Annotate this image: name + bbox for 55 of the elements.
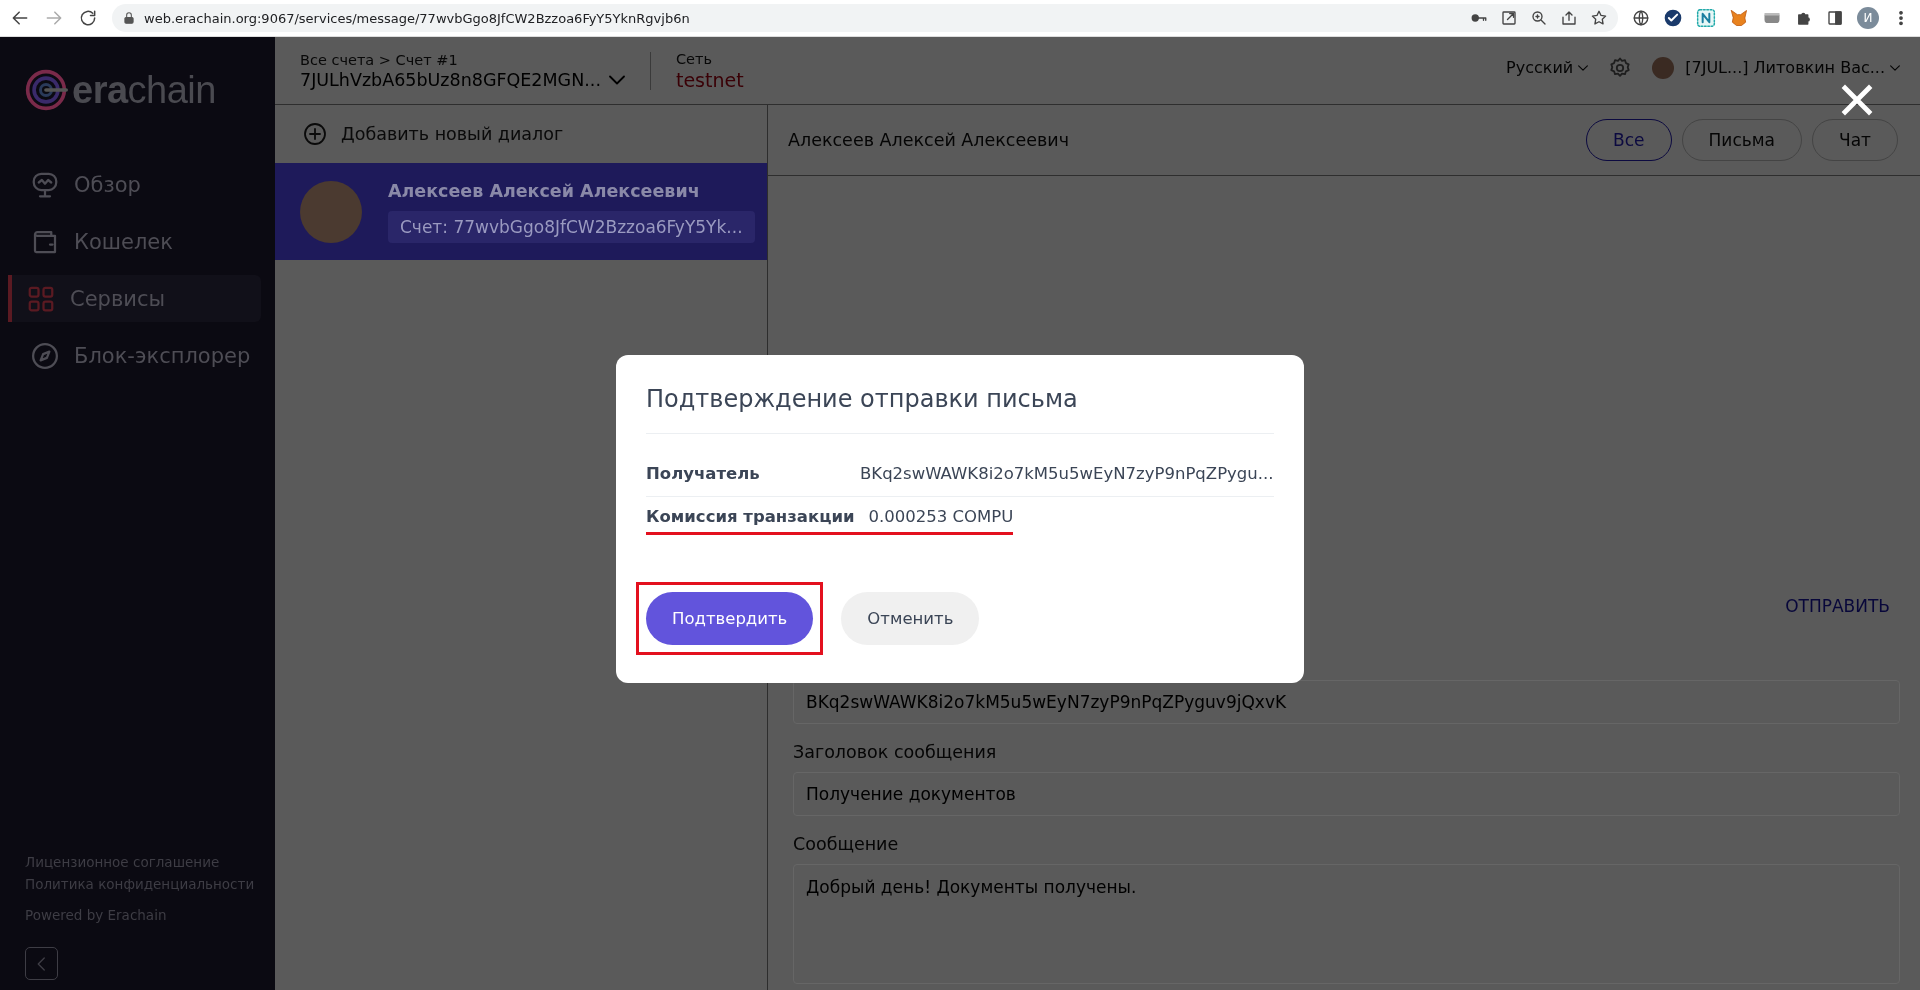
user-menu[interactable]: [7JUL...] Литовкин Вас... [1652, 56, 1900, 79]
chevron-down-icon [608, 74, 625, 85]
chevron-down-icon [1890, 64, 1900, 71]
send-link[interactable]: ОТПРАВИТЬ [1785, 596, 1890, 616]
account-selector[interactable]: 7JULhVzbA65bUz8n8GFQE2MGN... [300, 69, 625, 90]
nav-item[interactable]: Сервисы [8, 275, 261, 322]
nav-item[interactable]: Кошелек [0, 218, 261, 265]
letter-n-extension-icon[interactable] [1696, 8, 1716, 28]
confirm-button[interactable]: Подтвердить [646, 592, 814, 645]
address-field[interactable]: web.erachain.org:9067/services/message/77wvbGgo8JfCW2Bzzoa6FyY5YknRgvjb6n [112, 4, 1618, 32]
side-panel-icon[interactable] [1826, 9, 1844, 27]
close-icon[interactable] [1839, 82, 1875, 118]
check-circle-icon[interactable] [1663, 8, 1683, 28]
nav-label: Обзор [74, 172, 141, 197]
field-label: Сообщение [793, 834, 900, 854]
chevron-down-icon [1578, 64, 1589, 71]
user-avatar [1652, 56, 1675, 79]
settings-icon[interactable] [1608, 55, 1633, 80]
nav-label: Сервисы [70, 286, 166, 311]
account-badge: Счет: 77wvbGgo8JfCW2Bzzoa6FyY5Yk... [388, 210, 755, 243]
input-field[interactable]: Получение документов [793, 772, 1900, 816]
field-label: Заголовок сообщения [793, 742, 998, 762]
compass-icon [30, 340, 60, 371]
input-field[interactable]: BKq2swWAWK8i2o7kM5u5wEyN7zyP9nPqZPyguv9jQxvK [793, 680, 1900, 724]
dialog-title: Подтверждение отправки письма [646, 383, 1274, 434]
zoom-icon[interactable] [1530, 9, 1548, 27]
message-field[interactable]: Добрый день! Документы получены. [793, 864, 1900, 984]
nav-label: Блок-эксплорер [74, 343, 251, 368]
chat-title: Алексеев Алексей Алексеевич [788, 130, 1070, 150]
external-link-icon[interactable] [1500, 9, 1518, 27]
breadcrumb[interactable]: Все счета > Счет #1 [300, 51, 625, 68]
fox-icon[interactable] [1729, 8, 1749, 28]
plus-circle-icon [303, 122, 327, 146]
detail-value: 0.000253 COMPU [868, 507, 1014, 526]
nav-item[interactable]: Блок-эксплорер [0, 332, 261, 379]
logo-icon [24, 68, 68, 112]
reload-icon[interactable] [78, 8, 98, 28]
network-label: Сеть [675, 50, 713, 67]
share-icon[interactable] [1560, 9, 1578, 27]
profile-avatar[interactable]: И [1857, 7, 1879, 29]
contact-name: Алексеев Алексей Алексеевич [388, 180, 701, 201]
detail-value: BKq2swWAWK8i2o7kM5u5wEyN7zyP9nPqZPygu... [860, 464, 1274, 483]
lock-icon [122, 11, 136, 25]
detail-label: Комиссия транзакции [646, 507, 855, 526]
detail-label: Получатель [646, 464, 761, 483]
language-selector[interactable]: Русский [1506, 58, 1589, 77]
nav-item[interactable]: Обзор [0, 161, 261, 208]
dialog-item[interactable]: Алексеев Алексей Алексеевич Счет: 77wvbGgo8JfCW2Bzzoa6FyY5Yk... [275, 163, 767, 260]
star-icon[interactable] [1590, 9, 1608, 27]
globe-icon[interactable] [1632, 9, 1650, 27]
nav-label: Кошелек [74, 229, 173, 254]
network-name: testnet [675, 68, 744, 91]
cancel-button[interactable]: Отменить [841, 592, 980, 645]
add-dialog-button[interactable]: Добавить новый диалог [275, 105, 767, 163]
logo-wordmark: erachain [72, 68, 216, 112]
